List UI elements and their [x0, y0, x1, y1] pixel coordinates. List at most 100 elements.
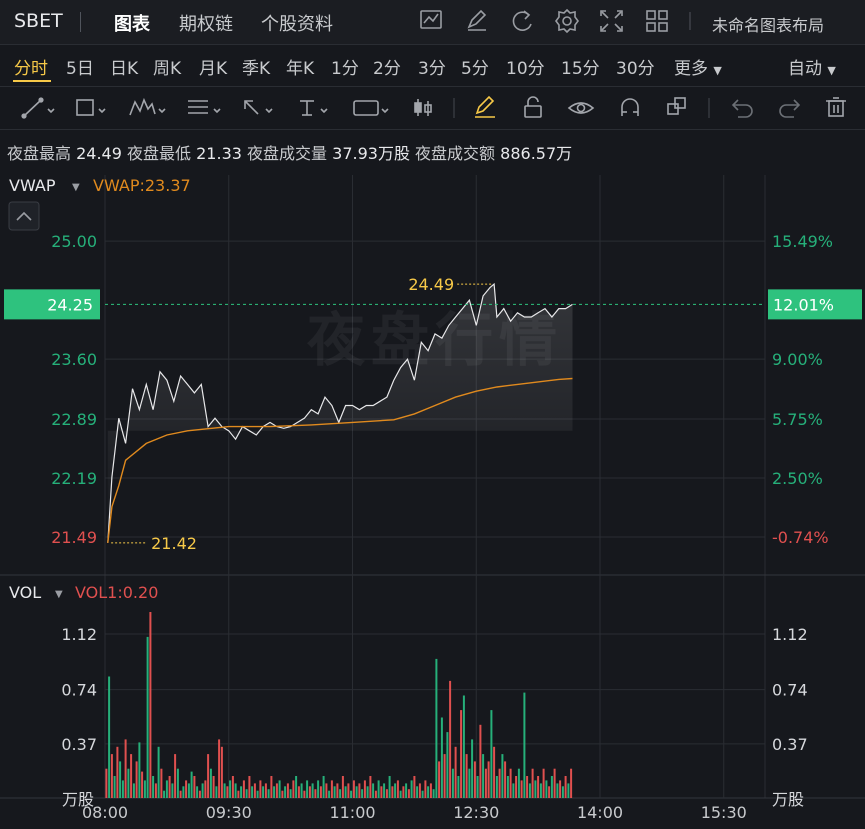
volume-bar — [523, 692, 526, 798]
refresh-icon[interactable] — [512, 10, 532, 31]
rectangle-tool-icon[interactable] — [76, 99, 106, 116]
volume-bar — [245, 789, 248, 798]
fullscreen-icon[interactable] — [600, 10, 623, 32]
volume-bar — [528, 783, 531, 798]
pattern-tool-icon[interactable] — [129, 97, 166, 116]
volume-bar — [432, 789, 435, 798]
volume-bar — [515, 776, 518, 798]
indicator-icon[interactable] — [420, 10, 442, 29]
volume-bar — [542, 768, 545, 798]
fibonacci-tool-icon[interactable] — [188, 100, 221, 114]
eye-icon[interactable] — [567, 102, 595, 114]
volume-bar — [534, 780, 537, 798]
period-5m[interactable]: 5分 — [461, 54, 489, 79]
period-year[interactable]: 年K — [286, 54, 314, 79]
volume-bar — [168, 776, 171, 798]
volume-bar — [198, 790, 201, 798]
caret-down-icon[interactable]: ▼ — [55, 589, 63, 600]
volume-bar — [256, 790, 259, 798]
volume-bar — [110, 754, 113, 798]
volume-bar — [396, 780, 399, 798]
volume-bar — [498, 768, 501, 798]
y-tick-label-left: 23.60 — [51, 350, 97, 369]
text-tool-icon[interactable] — [300, 100, 328, 116]
period-15m[interactable]: 15分 — [561, 54, 600, 79]
annotation-tool-icon[interactable] — [353, 100, 389, 116]
candle-tool-icon[interactable] — [414, 99, 432, 116]
volume-bar — [457, 776, 460, 798]
arrow-tool-icon[interactable] — [244, 100, 273, 115]
vol-tick-label-left: 1.12 — [61, 625, 97, 644]
period-more[interactable]: 更多 ▼ — [674, 54, 722, 79]
volume-bar — [526, 776, 529, 798]
period-5d[interactable]: 5日 — [66, 54, 94, 79]
volume-bar — [443, 754, 446, 798]
volume-bar — [438, 761, 441, 798]
redo-icon[interactable] — [779, 99, 801, 118]
period-month[interactable]: 月K — [199, 54, 227, 79]
volume-bar — [374, 790, 377, 798]
volume-bar — [509, 768, 512, 798]
volume-bar — [242, 780, 245, 798]
volume-bar — [146, 636, 149, 798]
undo-icon[interactable] — [731, 99, 753, 118]
volume-bar — [372, 783, 375, 798]
volume-bar — [440, 717, 443, 798]
vwap-indicator-label[interactable]: VWAP — [9, 176, 56, 195]
period-intraday[interactable]: 分时 — [14, 54, 48, 79]
tab-options-chain[interactable]: 期权链 — [179, 10, 233, 36]
volume-bar — [270, 776, 273, 798]
settings-icon[interactable] — [555, 8, 579, 34]
vol-indicator-label[interactable]: VOL — [9, 583, 41, 602]
volume-bar — [366, 786, 369, 798]
highlighter-icon[interactable] — [475, 95, 495, 118]
y-tick-label-right: 5.75% — [772, 410, 823, 429]
tab-chart[interactable]: 图表 — [114, 10, 150, 36]
volume-bar — [259, 780, 262, 798]
volume-bar — [388, 776, 391, 798]
volume-bar — [539, 783, 542, 798]
collapse-button[interactable] — [8, 201, 40, 231]
volume-bar — [363, 780, 366, 798]
y-tick-label-right: 15.49% — [772, 232, 833, 251]
volume-bar — [570, 768, 573, 798]
auto-scale[interactable]: 自动 ▼ — [788, 54, 836, 79]
volume-bar — [520, 780, 523, 798]
clone-icon[interactable] — [667, 97, 686, 115]
grid-layout-icon[interactable] — [646, 10, 668, 32]
volume-bar — [154, 783, 157, 798]
volume-bar — [160, 768, 163, 798]
caret-down-icon[interactable]: ▼ — [72, 182, 80, 193]
period-10m[interactable]: 10分 — [506, 54, 545, 79]
period-quarter[interactable]: 季K — [242, 54, 270, 79]
draw-icon[interactable] — [467, 9, 487, 31]
period-30m[interactable]: 30分 — [616, 54, 655, 79]
period-week[interactable]: 周K — [153, 54, 181, 79]
period-1m[interactable]: 1分 — [331, 54, 359, 79]
line-tool-icon[interactable] — [21, 97, 55, 119]
period-3m[interactable]: 3分 — [418, 54, 446, 79]
tab-stock-profile[interactable]: 个股资料 — [261, 10, 333, 36]
volume-bar — [347, 783, 350, 798]
y-tick-label-right: -0.74% — [772, 528, 829, 547]
volume-bar — [127, 768, 130, 798]
volume-bar — [215, 786, 218, 798]
symbol-label[interactable]: SBET — [14, 10, 63, 32]
volume-bar — [201, 783, 204, 798]
magnet-icon[interactable] — [621, 98, 639, 116]
chart-area[interactable]: 夜盘行情 24.2512.01%24.4921.42 08:0009:3011:… — [0, 165, 865, 829]
lock-icon[interactable] — [524, 96, 542, 118]
vwap-value-label: VWAP:23.37 — [93, 176, 191, 195]
trash-icon[interactable] — [826, 97, 846, 117]
period-2m[interactable]: 2分 — [373, 54, 401, 79]
volume-bar — [424, 780, 427, 798]
y-tick-label-left: 22.19 — [51, 469, 97, 488]
volume-bar — [487, 761, 490, 798]
volume-bar — [341, 776, 344, 798]
period-day[interactable]: 日K — [110, 54, 138, 79]
layout-name[interactable]: 未命名图表布局 — [712, 12, 824, 36]
caret-down-icon: ▼ — [827, 64, 836, 77]
volume-bar — [358, 783, 361, 798]
high-label: 夜盘最高 — [7, 144, 72, 163]
volume-bar — [152, 776, 155, 798]
